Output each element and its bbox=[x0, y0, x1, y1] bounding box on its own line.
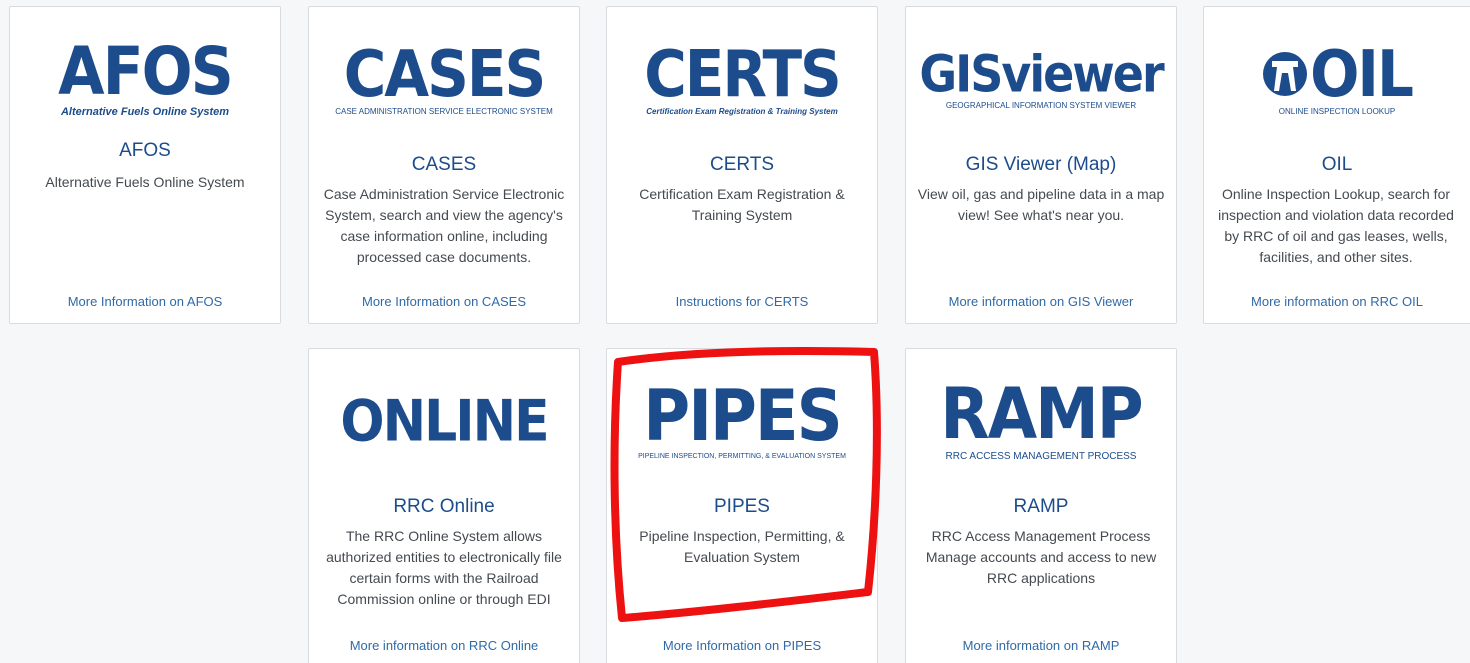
card-description: Case Administration Service Electronic S… bbox=[323, 186, 565, 265]
card-title: OIL bbox=[1321, 154, 1353, 175]
cases-logo: CASES Case Administration Service Electr… bbox=[335, 36, 553, 116]
online-logo: ONLINE bbox=[340, 389, 549, 455]
ramp-logo: RAMP RRC Access Management Process bbox=[940, 373, 1143, 462]
card-description: Online Inspection Lookup, search for ins… bbox=[1218, 186, 1454, 265]
more-info-cases-link[interactable]: More Information on CASES bbox=[309, 294, 579, 309]
card-title: AFOS bbox=[119, 140, 171, 161]
more-info-gis-viewer-link[interactable]: More information on GIS Viewer bbox=[906, 294, 1176, 309]
certs-logo: CERTS Certification Exam Registration & … bbox=[644, 36, 842, 116]
applications-grid: AFOS Alternative Fuels Online System AFO… bbox=[0, 0, 1470, 663]
card-afos[interactable]: AFOS Alternative Fuels Online System AFO… bbox=[9, 6, 281, 324]
card-cases[interactable]: CASES Case Administration Service Electr… bbox=[308, 6, 580, 324]
card-description: View oil, gas and pipeline data in a map… bbox=[917, 186, 1165, 223]
card-ramp[interactable]: RAMP RRC Access Management Process RAMP … bbox=[905, 348, 1177, 663]
card-description: RRC Access Management Process Manage acc… bbox=[925, 528, 1157, 586]
more-info-pipes-link[interactable]: More Information on PIPES bbox=[607, 638, 877, 653]
card-title: PIPES bbox=[714, 496, 770, 517]
afos-logo: AFOS Alternative Fuels Online System bbox=[58, 33, 234, 118]
more-info-ramp-link[interactable]: More information on RAMP bbox=[906, 638, 1176, 653]
card-rrc-online[interactable]: ONLINE RRC Online The RRC Online System … bbox=[308, 348, 580, 663]
card-title: GIS Viewer (Map) bbox=[965, 154, 1117, 175]
more-info-rrc-online-link[interactable]: More information on RRC Online bbox=[309, 638, 579, 653]
card-pipes[interactable]: PIPES Pipeline Inspection, Permitting, &… bbox=[606, 348, 878, 663]
more-info-rrc-oil-link[interactable]: More information on RRC OIL bbox=[1204, 294, 1470, 309]
card-title: CASES bbox=[411, 154, 477, 175]
card-description: Certification Exam Registration & Traini… bbox=[639, 186, 845, 223]
instructions-certs-link[interactable]: Instructions for CERTS bbox=[607, 294, 877, 309]
more-info-afos-link[interactable]: More Information on AFOS bbox=[10, 294, 280, 309]
card-description: Pipeline Inspection, Permitting, & Evalu… bbox=[639, 528, 845, 565]
card-certs[interactable]: CERTS Certification Exam Registration & … bbox=[606, 6, 878, 324]
card-gis-viewer[interactable]: GISviewer Geographical Information Syste… bbox=[905, 6, 1177, 324]
card-description: Alternative Fuels Online System bbox=[45, 174, 245, 190]
card-title: RRC Online bbox=[393, 496, 495, 517]
oil-logo: OIL Online Inspection Lookup bbox=[1204, 25, 1470, 135]
gis-viewer-logo: GISviewer Geographical Information Syste… bbox=[919, 43, 1164, 110]
card-oil[interactable]: OIL Online Inspection Lookup OIL Online … bbox=[1203, 6, 1470, 324]
card-title: CERTS bbox=[709, 154, 775, 175]
pipes-logo: PIPES Pipeline Inspection, Permitting, &… bbox=[638, 375, 846, 460]
card-description: The RRC Online System allows authorized … bbox=[326, 528, 562, 607]
card-title: RAMP bbox=[1013, 496, 1069, 517]
oil-derrick-icon bbox=[1263, 51, 1308, 96]
